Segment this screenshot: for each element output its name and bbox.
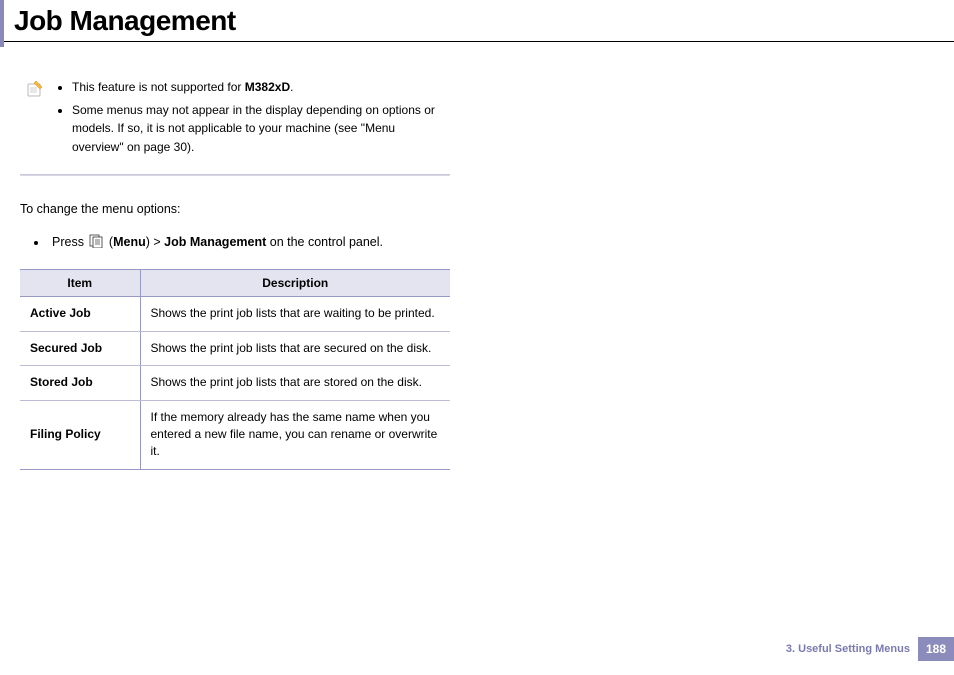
step-menu: Menu [113, 235, 146, 249]
title-accent-bar [0, 0, 4, 47]
th-item: Item [20, 270, 140, 297]
page-footer: 3. Useful Setting Menus 188 [786, 637, 954, 661]
table-header-row: Item Description [20, 270, 450, 297]
cell-item: Secured Job [20, 331, 140, 365]
note-icon [26, 78, 44, 160]
step-list: Press (Menu) > Job Management on the con… [20, 234, 450, 251]
table-row: Stored Job Shows the print job lists tha… [20, 366, 450, 400]
step-paren-close: ) > [146, 235, 164, 249]
options-table: Item Description Active Job Shows the pr… [20, 269, 450, 469]
note-list: This feature is not supported for M382xD… [54, 78, 450, 160]
menu-icon [89, 237, 106, 251]
step-suffix: on the control panel. [266, 235, 383, 249]
step-path: Job Management [164, 235, 266, 249]
cell-desc: Shows the print job lists that are store… [140, 366, 450, 400]
cell-desc: Shows the print job lists that are waiti… [140, 297, 450, 331]
cell-item: Stored Job [20, 366, 140, 400]
table-row: Secured Job Shows the print job lists th… [20, 331, 450, 365]
note-1-model: M382xD [245, 80, 290, 94]
page-number: 188 [918, 637, 954, 661]
table-row: Active Job Shows the print job lists tha… [20, 297, 450, 331]
note-1-suffix: . [290, 80, 293, 94]
th-description: Description [140, 270, 450, 297]
note-item-1: This feature is not supported for M382xD… [72, 78, 450, 97]
chapter-label: 3. Useful Setting Menus [786, 643, 910, 655]
table-row: Filing Policy If the memory already has … [20, 400, 450, 469]
step-prefix: Press [52, 235, 87, 249]
note-1-prefix: This feature is not supported for [72, 80, 245, 94]
intro-text: To change the menu options: [20, 202, 450, 216]
cell-desc: If the memory already has the same name … [140, 400, 450, 469]
step-item: Press (Menu) > Job Management on the con… [48, 234, 450, 251]
content-column: This feature is not supported for M382xD… [0, 42, 470, 470]
note-divider [20, 174, 450, 176]
cell-item: Active Job [20, 297, 140, 331]
page-title: Job Management [0, 0, 954, 37]
note-box: This feature is not supported for M382xD… [20, 78, 450, 174]
cell-desc: Shows the print job lists that are secur… [140, 331, 450, 365]
note-item-2: Some menus may not appear in the display… [72, 101, 450, 157]
cell-item: Filing Policy [20, 400, 140, 469]
